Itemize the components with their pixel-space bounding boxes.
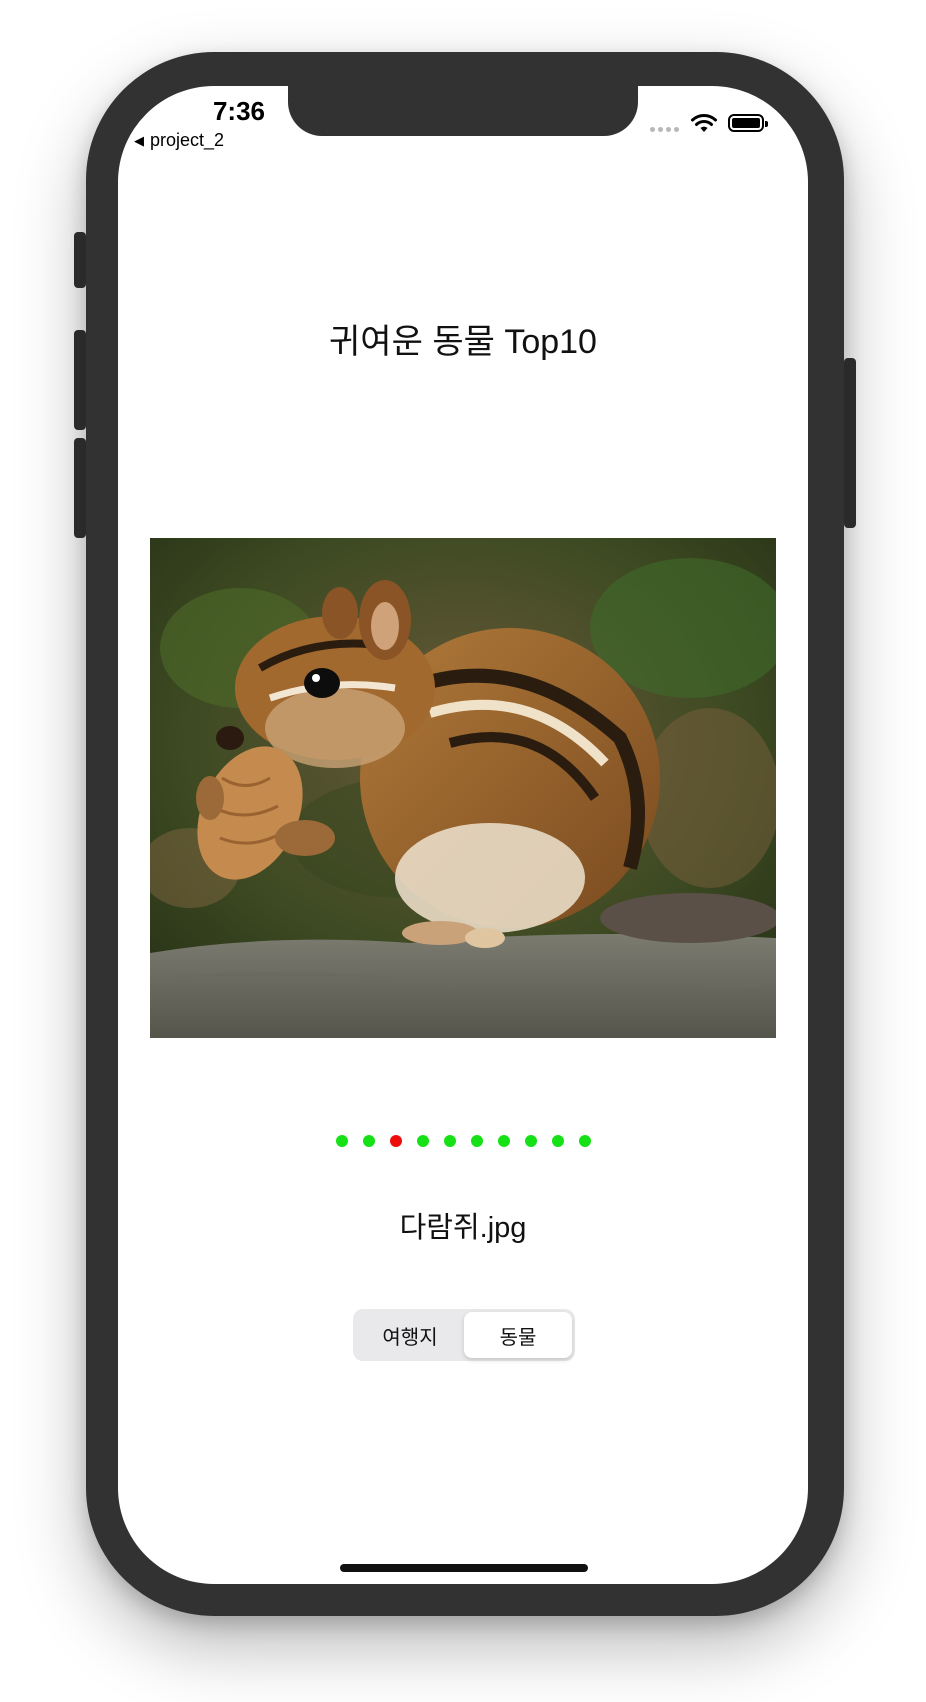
home-indicator[interactable] — [340, 1564, 588, 1572]
page-control[interactable] — [118, 1135, 808, 1147]
battery-icon — [728, 114, 768, 132]
page-dot[interactable] — [497, 1135, 510, 1147]
category-segmented-control[interactable]: 여행지 동물 — [353, 1309, 575, 1361]
back-to-app-link[interactable]: ◀ project_2 — [134, 130, 224, 151]
segment-animals[interactable]: 동물 — [464, 1312, 572, 1358]
page-dot[interactable] — [362, 1135, 375, 1147]
device-screen: 7:36 ◀ project_2 귀여운 동물 Top10 다람쥐.jpg 여행… — [118, 86, 808, 1584]
page-dot[interactable] — [443, 1135, 456, 1147]
page-dot[interactable] — [416, 1135, 429, 1147]
power-button — [844, 358, 856, 528]
cellular-signal-icon — [650, 127, 679, 132]
volume-up-button — [74, 330, 86, 430]
back-link-label: project_2 — [150, 130, 225, 150]
wifi-icon — [691, 114, 717, 132]
image-filename: 다람쥐.jpg — [399, 1212, 527, 1244]
chipmunk-photo — [150, 538, 776, 1038]
page-dot[interactable] — [470, 1135, 483, 1147]
page-title: 귀여운 동물 Top10 — [329, 323, 597, 361]
page-dot[interactable] — [335, 1135, 348, 1147]
page-dot[interactable] — [524, 1135, 537, 1147]
status-time: 7:36 — [212, 96, 266, 126]
segment-travel[interactable]: 여행지 — [356, 1312, 464, 1358]
volume-down-button — [74, 438, 86, 538]
page-dot[interactable] — [551, 1135, 564, 1147]
page-dot[interactable] — [389, 1135, 402, 1147]
silent-switch — [74, 232, 86, 288]
back-triangle-icon: ◀ — [134, 132, 144, 148]
notch — [288, 86, 638, 136]
page-dot[interactable] — [578, 1135, 591, 1147]
